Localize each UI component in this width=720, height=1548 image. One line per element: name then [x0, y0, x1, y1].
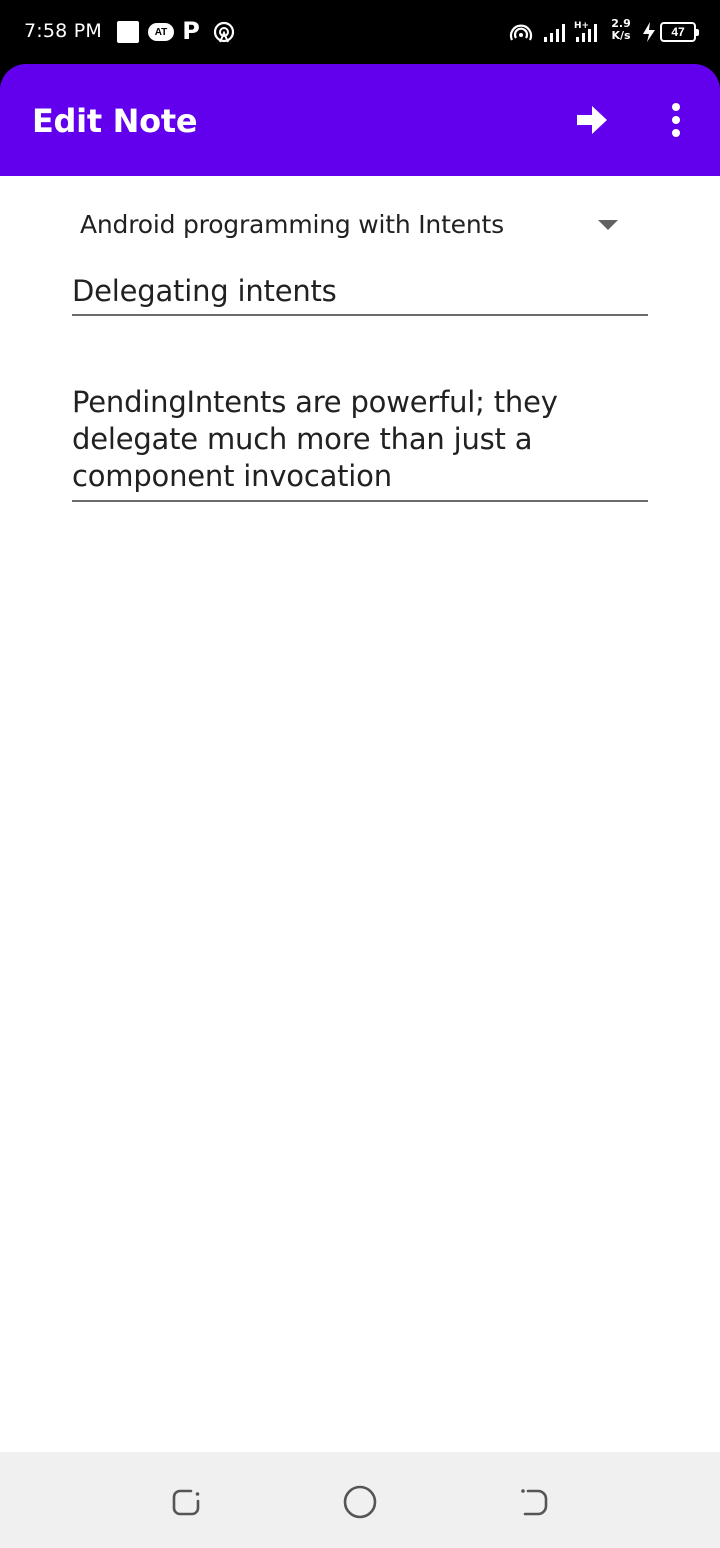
- signal-icon: [542, 20, 570, 44]
- back-button[interactable]: [514, 1482, 554, 1522]
- status-bar: 7:58 PM AT P H+ 2.9 K/s 47: [0, 0, 720, 64]
- course-spinner[interactable]: Android programming with Intents: [72, 196, 648, 252]
- back-icon: [521, 1489, 548, 1516]
- hotspot-icon: [212, 20, 236, 44]
- note-text-field[interactable]: PendingIntents are powerful; they delega…: [72, 380, 648, 502]
- wifi-hotspot-icon: [508, 20, 534, 44]
- more-options-button[interactable]: [656, 94, 696, 146]
- network-speed: 2.9 K/s: [608, 18, 634, 42]
- page-title: Edit Note: [32, 102, 198, 140]
- home-icon: [343, 1485, 377, 1519]
- note-title-field[interactable]: Delegating intents: [72, 264, 648, 316]
- gallery-icon: [117, 21, 139, 43]
- svg-text:H+: H+: [574, 21, 589, 31]
- signal-h-plus-icon: H+: [574, 20, 602, 44]
- recents-icon: [172, 1489, 200, 1516]
- dropdown-arrow-icon: [598, 220, 618, 230]
- speed-unit: K/s: [611, 29, 631, 42]
- edit-note-form: Android programming with Intents Delegat…: [0, 176, 720, 1452]
- recents-button[interactable]: [166, 1482, 206, 1522]
- note-title-input[interactable]: Delegating intents: [72, 274, 337, 308]
- battery-icon: 47: [660, 22, 699, 42]
- p-app-icon: P: [182, 17, 200, 45]
- app-bar: Edit Note: [0, 64, 720, 176]
- next-button[interactable]: [566, 94, 618, 146]
- course-selected-value: Android programming with Intents: [80, 210, 504, 239]
- app-badge-icon: AT: [148, 23, 174, 41]
- navigation-bar: [0, 1452, 720, 1548]
- more-vert-icon: [672, 103, 680, 137]
- home-button[interactable]: [340, 1482, 380, 1522]
- charging-icon: [640, 20, 658, 44]
- note-text-input[interactable]: PendingIntents are powerful; they delega…: [72, 384, 592, 495]
- next-arrow-icon: [577, 106, 607, 134]
- battery-level: 47: [671, 25, 685, 39]
- status-time: 7:58 PM: [24, 20, 102, 42]
